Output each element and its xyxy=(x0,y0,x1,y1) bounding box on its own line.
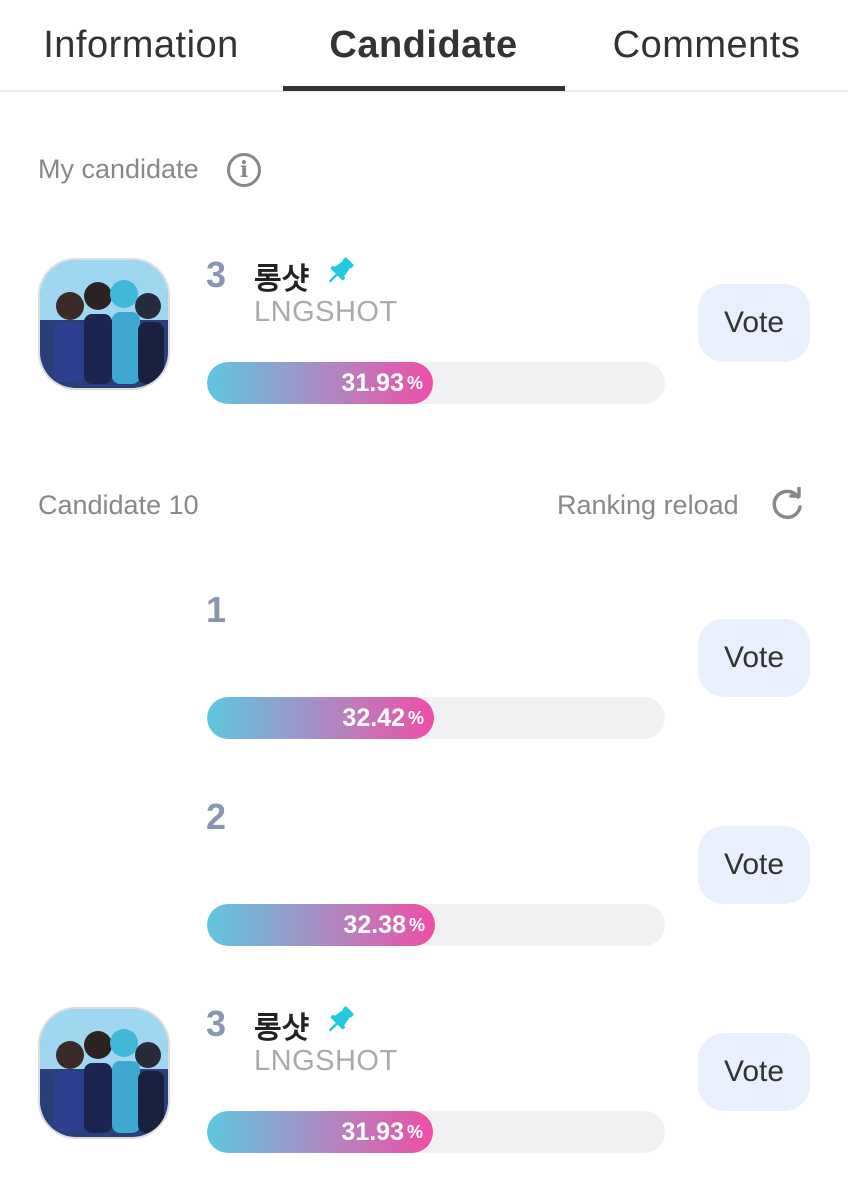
pin-icon xyxy=(328,257,354,283)
vote-percent: 32.38 xyxy=(343,910,406,939)
candidate-avatar xyxy=(38,258,170,390)
vote-button[interactable]: Vote xyxy=(698,284,810,362)
candidate-subname: LNGSHOT xyxy=(254,1045,398,1077)
my-candidate-title: My candidate xyxy=(38,154,199,184)
vote-progress-fill: 31.93% xyxy=(207,1111,433,1153)
vote-button[interactable]: Vote xyxy=(698,1033,810,1111)
vote-percent-unit: % xyxy=(406,372,423,393)
pin-icon xyxy=(328,1006,354,1032)
vote-progress-fill: 32.38% xyxy=(207,904,435,946)
tab-information[interactable]: Information xyxy=(0,0,282,90)
vote-percent-unit: % xyxy=(407,707,424,728)
candidate-rank: 3 xyxy=(206,1003,227,1044)
reload-icon[interactable] xyxy=(769,487,805,523)
vote-percent: 31.93 xyxy=(341,368,404,397)
candidate-row: 2 32.38% Vote xyxy=(0,760,848,946)
tab-bar: Information Candidate Comments xyxy=(0,0,848,92)
candidate-avatar xyxy=(38,1007,170,1139)
tab-comments[interactable]: Comments xyxy=(565,0,848,90)
vote-progress-bar: 32.38% xyxy=(207,904,665,946)
vote-percent: 32.42 xyxy=(342,703,405,732)
vote-button[interactable]: Vote xyxy=(698,826,810,904)
vote-progress-bar: 31.93% xyxy=(207,362,665,404)
candidate-name: 롱샷 xyxy=(254,263,310,296)
info-icon[interactable]: i xyxy=(227,153,261,187)
vote-percent-unit: % xyxy=(408,914,425,935)
ranking-reload-label[interactable]: Ranking reload xyxy=(557,490,739,521)
vote-progress-bar: 31.93% xyxy=(207,1111,665,1153)
tab-candidate[interactable]: Candidate xyxy=(282,0,565,90)
vote-button[interactable]: Vote xyxy=(698,619,810,697)
vote-progress-fill: 32.42% xyxy=(207,697,434,739)
candidate-row: 1 32.42% Vote xyxy=(0,553,848,739)
vote-percent-unit: % xyxy=(406,1121,423,1142)
candidate-rank: 1 xyxy=(206,589,227,630)
vote-percent: 31.93 xyxy=(341,1117,404,1146)
candidate-rank: 2 xyxy=(206,796,227,837)
vote-progress-bar: 32.42% xyxy=(207,697,665,739)
candidate-rank: 3 xyxy=(206,254,227,295)
candidate-name: 롱샷 xyxy=(254,1012,310,1045)
vote-progress-fill: 31.93% xyxy=(207,362,433,404)
candidate-row: 3 롱샷 LNGSHOT 31.93% Vote xyxy=(0,967,848,1153)
candidate-subname: LNGSHOT xyxy=(254,296,398,328)
candidate-count-title: Candidate 10 xyxy=(38,490,199,520)
my-candidate-row: 3 롱샷 LNGSHOT 31.93% Vote xyxy=(0,218,848,404)
active-tab-indicator xyxy=(283,86,565,91)
